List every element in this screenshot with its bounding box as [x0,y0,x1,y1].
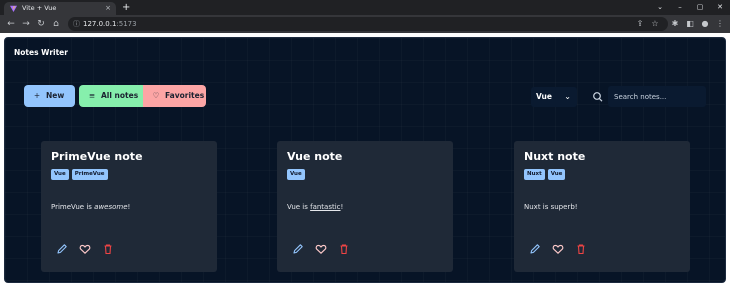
note-body-emphasis: fantastic [310,203,341,211]
note-title: Vue note [287,150,343,163]
note-tags: Vue [287,169,308,180]
app-title: Notes Writer [14,48,68,57]
heart-icon[interactable] [551,242,565,256]
note-tag: PrimeVue [71,169,108,180]
tab-search-icon[interactable]: ⌄ [650,0,670,15]
minimize-icon[interactable]: – [670,0,690,15]
pencil-icon[interactable] [528,242,542,256]
note-card: PrimeVue note Vue PrimeVue PrimeVue is aw… [41,141,217,272]
forward-icon[interactable]: → [19,15,33,33]
all-notes-button[interactable]: ≡ All notes [79,85,143,107]
all-notes-label: All notes [101,91,139,100]
note-card: Vue note Vue Vue is fantastic! [277,141,453,272]
favorites-label: Favorites [165,91,205,100]
note-tag: Nuxt [524,169,545,180]
browser-toolbar: ← → ↻ ⌂ ⓘ 127.0.0.1:5173 ⇪ ☆ ✱ ◧ ● ⋮ [0,15,730,33]
pencil-icon[interactable] [291,242,305,256]
note-body-text: Vue is [287,203,311,211]
note-title: Nuxt note [524,150,586,163]
tab-title: Vite + Vue [22,4,57,12]
back-icon[interactable]: ← [4,15,18,33]
tab-close-icon[interactable]: × [105,2,111,15]
search-input[interactable] [608,86,706,107]
url-port: :5173 [116,20,137,28]
page-viewport: Notes Writer + New ≡ All notes ♡ Favorites … [0,33,730,291]
note-body-end: ! [127,203,131,211]
note-title: PrimeVue note [51,150,143,163]
trash-icon[interactable] [574,242,588,256]
tag-filter-value: Vue [536,92,552,101]
close-window-icon[interactable]: ✕ [710,0,730,15]
note-tag: Vue [51,169,69,180]
sidepanel-icon[interactable]: ◧ [683,15,697,33]
url-host: 127.0.0.1 [83,20,117,28]
trash-icon[interactable] [101,242,115,256]
star-icon[interactable]: ☆ [648,15,662,33]
note-tag: Vue [287,169,305,180]
note-card: Nuxt note Nuxt Vue Nuxt is superb! [514,141,690,272]
heart-icon: ♡ [152,91,160,100]
maximize-icon[interactable]: ▢ [690,0,710,15]
list-icon: ≡ [88,91,96,100]
note-tags: Vue PrimeVue [51,169,111,180]
address-bar[interactable]: ⓘ 127.0.0.1:5173 [68,17,668,31]
heart-icon[interactable] [78,242,92,256]
new-button-label: New [46,91,65,100]
home-icon[interactable]: ⌂ [49,15,63,33]
heart-icon[interactable] [314,242,328,256]
share-icon[interactable]: ⇪ [633,15,647,33]
trash-icon[interactable] [337,242,351,256]
note-tag: Vue [547,169,566,180]
favorites-button[interactable]: ♡ Favorites [143,85,206,107]
plus-icon: + [33,91,41,100]
new-tab-button[interactable]: + [122,1,130,14]
new-note-button[interactable]: + New [24,85,75,107]
app-container: Notes Writer + New ≡ All notes ♡ Favorites … [4,37,726,283]
url-text: 127.0.0.1:5173 [83,17,137,31]
note-body-end: ! [340,203,344,211]
note-body: PrimeVue is awesome! [51,203,130,211]
note-body-emphasis: awesome [94,203,128,211]
pencil-icon[interactable] [55,242,69,256]
note-body-text: Nuxt is superb! [524,203,578,211]
browser-tab-bar: Vite + Vue × + ⌄ – ▢ ✕ [0,0,730,15]
note-body: Vue is fantastic! [287,203,343,211]
note-body: Nuxt is superb! [524,203,578,211]
note-tags: Nuxt Vue [524,169,568,180]
chevron-down-icon: ⌄ [564,92,571,101]
site-info-icon[interactable]: ⓘ [73,17,80,31]
tag-filter-dropdown[interactable]: Vue ⌄ [531,87,577,107]
search-icon [593,92,603,102]
note-body-text: PrimeVue is [51,203,95,211]
menu-icon[interactable]: ⋮ [713,15,727,33]
browser-tab[interactable]: Vite + Vue × [4,2,116,15]
extensions-icon[interactable]: ✱ [668,15,682,33]
reload-icon[interactable]: ↻ [34,15,48,33]
vite-logo-icon [10,5,17,12]
profile-icon[interactable]: ● [698,15,712,33]
